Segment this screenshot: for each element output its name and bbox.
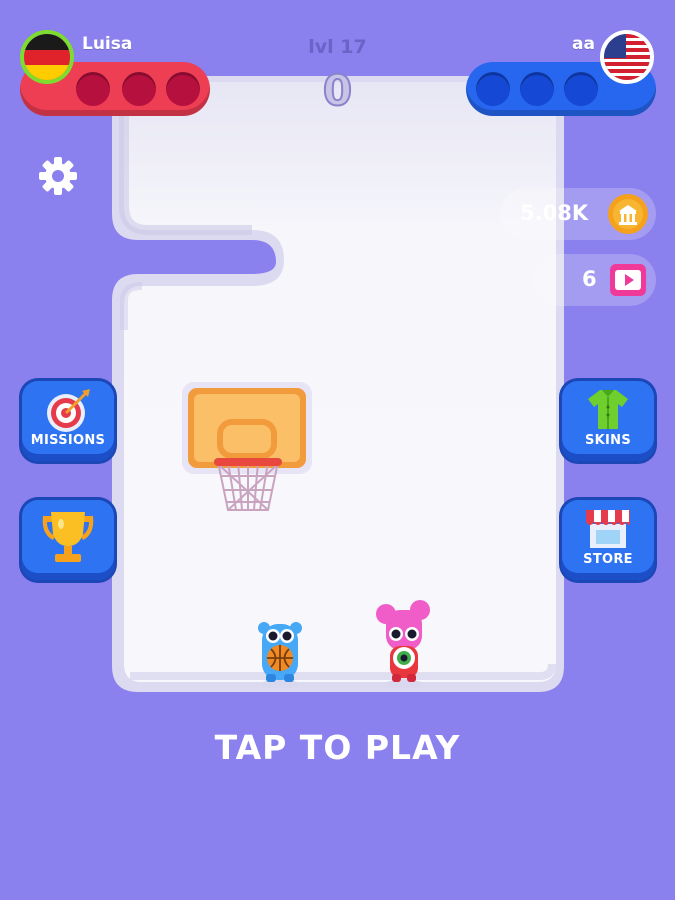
skins-label: SKINS <box>584 433 632 448</box>
germany-flag-icon <box>20 30 74 84</box>
right-player-name: aa <box>572 34 595 54</box>
missions-label: MISSIONS <box>30 433 106 448</box>
ticket-count: 6 <box>582 267 597 291</box>
pink-opponent-character <box>376 600 430 688</box>
shop-icon <box>562 506 654 550</box>
skins-button[interactable]: SKINS <box>562 381 654 461</box>
store-label: STORE <box>583 552 633 567</box>
basketball-hoop <box>182 382 312 511</box>
score-dot <box>76 72 110 106</box>
usa-flag-icon <box>600 30 654 84</box>
settings-gear-icon[interactable] <box>36 154 80 198</box>
coin-icon <box>606 192 650 241</box>
blue-player-character <box>258 622 302 688</box>
target-icon <box>22 387 114 432</box>
ticket-balance[interactable]: 6 <box>534 254 656 306</box>
trophy-icon <box>22 510 114 570</box>
video-ticket-icon <box>606 258 650 307</box>
tap-to-play-prompt[interactable]: TAP TO PLAY <box>0 728 675 767</box>
score-dot <box>166 72 200 106</box>
leaderboard-button[interactable] <box>22 500 114 580</box>
score-dot <box>564 72 598 106</box>
missions-button[interactable]: MISSIONS <box>22 381 114 461</box>
left-player-name: Luisa <box>82 34 133 54</box>
store-button[interactable]: STORE <box>562 500 654 580</box>
shirt-icon <box>562 387 654 431</box>
coin-balance[interactable]: 5.08K <box>500 188 656 240</box>
coin-count: 5.08K <box>520 201 589 225</box>
score-dot <box>520 72 554 106</box>
score-dot <box>122 72 156 106</box>
score-dot <box>476 72 510 106</box>
